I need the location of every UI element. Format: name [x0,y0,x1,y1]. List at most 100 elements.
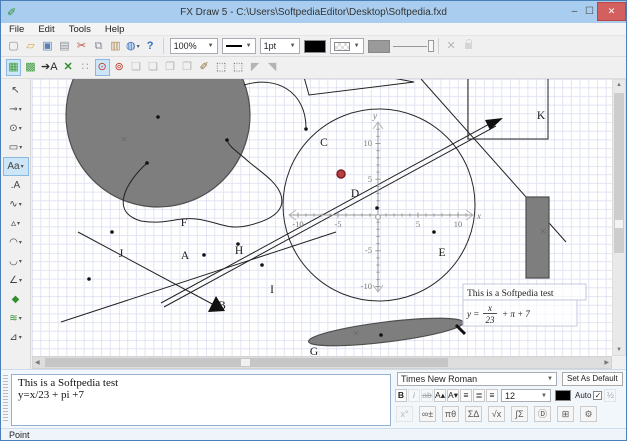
point-dot[interactable] [110,230,114,234]
print-icon[interactable]: ▤ [57,38,72,55]
clear-all-icon[interactable]: ✕ [61,59,76,76]
text-editor[interactable]: This is a Softpedia test y=x/23 + pi +7 [11,374,391,426]
curve-tool[interactable]: ∿ ▾ [3,195,29,214]
transparency-slider-handle[interactable] [427,40,434,52]
select-tool[interactable]: ↖ [3,81,29,100]
font-family-select[interactable]: Times New Roman ▼ [397,372,557,386]
point-label-d[interactable]: D [351,188,359,200]
menu-edit[interactable]: Edit [38,24,54,35]
point-dot[interactable] [375,206,379,210]
open-folder-icon[interactable]: ▱ [23,38,38,55]
vertical-scroll-thumb[interactable] [614,93,624,253]
panel-drag-handle[interactable] [3,375,8,423]
arc-tool[interactable]: ◡ ▾ [3,252,29,271]
copy-icon[interactable]: ⧉ [91,38,106,55]
new-document-icon[interactable]: ▢ [6,38,21,55]
circled-symbols-button[interactable]: Ⓓ [534,406,551,422]
circle-tool[interactable]: ⊙ ▾ [3,119,29,138]
text-tool[interactable]: Aa ▾ [2,157,29,176]
angle-tool[interactable]: ∠ ▾ [3,271,29,290]
scroll-up-arrow[interactable]: ▲ [616,82,622,88]
scroll-right-arrow[interactable]: ▶ [604,359,609,366]
rectangle-tool[interactable]: ▭ ▾ [3,138,29,157]
point-label-h[interactable]: H [235,245,243,257]
spacing-double-button[interactable]: ≡ [486,389,498,402]
matrix-button[interactable]: ⊞ [557,406,574,422]
horizontal-scrollbar[interactable]: ◀ ▶ [32,356,612,369]
point-dot[interactable] [156,115,160,119]
scroll-down-arrow[interactable]: ▼ [616,347,622,353]
infinity-symbols-button[interactable]: ∞± [419,406,436,422]
auto-size-checkbox[interactable]: ✓ [593,391,603,400]
point-label-f[interactable]: F [181,217,187,229]
paste-icon[interactable]: ▥ [108,38,123,55]
spacing-single-button[interactable]: ≡ [460,389,472,402]
point-dot[interactable] [379,333,383,337]
spacing-medium-button[interactable]: ≣ [473,389,485,402]
close-button[interactable]: ✕ [597,1,626,21]
point-label-k[interactable]: K [537,110,546,122]
increase-font-button[interactable]: A▴ [434,389,446,402]
line-width-select[interactable]: 1pt ▼ [259,38,300,54]
point-dot[interactable] [225,138,229,142]
text-color-swatch[interactable] [555,390,571,401]
fill-tool[interactable]: ◆ [3,290,29,309]
marquee-select-points-icon[interactable]: ⬚ [231,59,246,76]
point-label-a[interactable]: A [181,250,190,262]
minimize-button[interactable]: – [567,6,582,17]
point-label-c[interactable]: C [320,137,328,149]
cut-icon[interactable]: ✂ [74,38,89,55]
point-dot[interactable] [260,263,264,267]
auto-label-icon[interactable]: ➔A [40,59,59,76]
freehand-shape-tool[interactable]: ◠ ▾ [3,233,29,252]
point-dot[interactable] [304,127,308,131]
point-label-j[interactable]: J [119,248,124,260]
point-label-e[interactable]: E [438,247,445,259]
point-dot[interactable] [202,253,206,257]
web-export-icon[interactable]: ◍ ▾ [125,38,141,55]
zoom-select[interactable]: 100% ▼ [169,38,218,54]
menu-help[interactable]: Help [105,24,125,35]
scroll-left-arrow[interactable]: ◀ [35,359,40,366]
operators-button[interactable]: ΣΔ [465,406,482,422]
point-dot[interactable] [145,161,149,165]
radical-button[interactable]: √x [488,406,505,422]
red-point[interactable] [336,169,346,179]
point-label-i[interactable]: I [270,284,274,296]
measure-tool[interactable]: ⊿ ▾ [3,328,29,347]
show-points-icon[interactable]: ⊙ [94,59,110,76]
grid-show-icon[interactable]: ▦ [6,59,21,76]
graph-tool[interactable]: ≋ ▾ [3,309,29,328]
help-icon[interactable]: ? [143,38,158,55]
line-style-select[interactable]: ▼ [221,38,256,54]
label-tool[interactable]: .A [3,176,29,195]
equation-settings-gear-icon[interactable]: ⚙ [580,406,597,422]
decrease-font-button[interactable]: A▾ [447,389,459,402]
point-line-tool[interactable]: ⊸ ▾ [3,100,29,119]
marquee-select-icon[interactable]: ⬚ [214,59,229,76]
point-dot[interactable] [87,277,91,281]
point-label-b[interactable]: B [218,300,226,312]
show-point-labels-icon[interactable]: ⊚ [112,59,127,76]
bold-button[interactable]: B [395,389,407,402]
menu-file[interactable]: File [9,24,24,35]
dot-grid-icon[interactable]: ∷ [78,59,93,76]
maximize-button[interactable]: ☐ [582,6,597,17]
font-size-select[interactable]: 12 ▼ [501,389,551,402]
drawing-canvas[interactable]: -10 -5 5 10 10 5 -5 -10 y x × × × A B C D E F G H I J K Th… [32,79,612,356]
line-color-swatch[interactable] [303,39,326,53]
grid-snap-icon[interactable]: ▩ [23,59,38,76]
point-label-g[interactable]: G [310,346,318,356]
set-as-default-button[interactable]: Set As Default [562,372,623,386]
greek-letters-button[interactable]: πθ [442,406,459,422]
format-painter-icon[interactable]: ✐ [197,59,212,76]
polygon-tool[interactable]: ▵ ▾ [3,214,29,233]
calculus-button[interactable]: ∫Σ [511,406,528,422]
vertical-scrollbar[interactable]: ▲ ▼ [612,79,626,356]
save-icon[interactable]: ▣ [40,38,55,55]
fill-pattern-select[interactable]: ▼ [329,38,364,54]
annotation-text-box[interactable]: This is a Softpedia test y = x 23 + π + … [462,283,587,327]
fill-color-swatch[interactable] [367,39,390,53]
menu-tools[interactable]: Tools [69,24,91,35]
point-dot[interactable] [432,230,436,234]
